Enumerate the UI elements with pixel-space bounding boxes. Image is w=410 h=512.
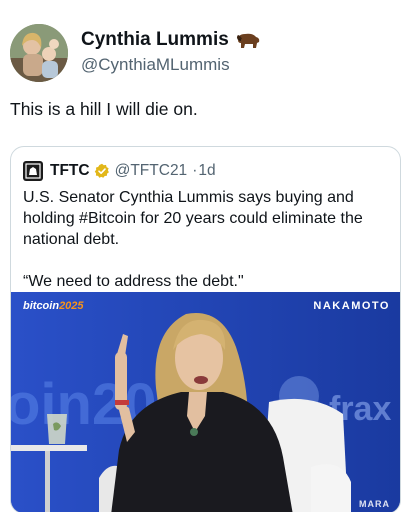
dot-separator: · xyxy=(192,162,198,179)
author-display-name[interactable]: Cynthia Lummis xyxy=(81,29,229,51)
mara-logo: MARA xyxy=(359,499,390,509)
quoted-display-name[interactable]: TFTC xyxy=(50,162,90,180)
brand-left-text: bitcoin xyxy=(23,300,60,312)
tweet-text: This is a hill I will die on. xyxy=(10,99,198,119)
author-handle[interactable]: @CynthiaMLummis xyxy=(81,53,261,77)
quoted-text-line: U.S. Senator Cynthia Lummis says buying … xyxy=(23,189,363,248)
brand-left-accent: 2025 xyxy=(59,300,84,312)
quoted-handle[interactable]: @TFTC21 xyxy=(115,162,188,180)
quoted-tweet-card[interactable]: TFTC @TFTC21 · 1d U.S. Senator Cynthia L… xyxy=(10,146,401,512)
quoted-tweet-text: U.S. Senator Cynthia Lummis says buying … xyxy=(23,187,391,292)
stage-scene: oin20 frax xyxy=(11,292,400,512)
quoted-timestamp[interactable]: 1d xyxy=(198,162,215,180)
nakamoto-logo: NAKAMOTO xyxy=(313,300,390,312)
bison-icon xyxy=(235,31,261,49)
video-thumbnail[interactable]: oin20 frax bitcoin2025 NAKAMOTO MARA xyxy=(11,292,400,512)
verified-badge-icon xyxy=(94,163,110,179)
quoted-avatar[interactable] xyxy=(23,161,43,181)
bitcoin-conference-logo: bitcoin2025 xyxy=(23,300,84,312)
quoted-tweet-header: TFTC @TFTC21 · 1d xyxy=(23,161,216,181)
avatar[interactable] xyxy=(10,24,68,82)
tweet-header: Cynthia Lummis @CynthiaMLummis xyxy=(10,24,261,82)
quoted-text-line: “We need to address the debt." xyxy=(23,273,244,290)
